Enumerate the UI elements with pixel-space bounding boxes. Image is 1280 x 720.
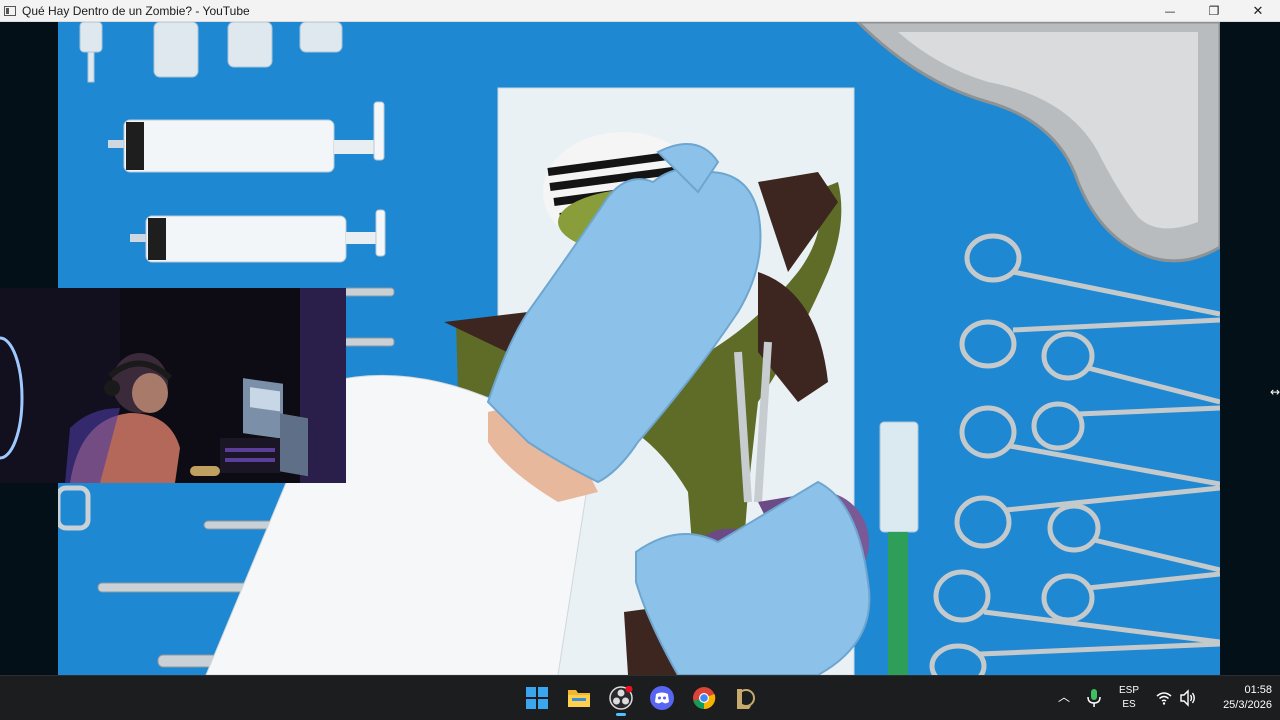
volume-icon[interactable] <box>1179 689 1197 707</box>
clock-date: 25/3/2026 <box>1223 699 1272 711</box>
discord-icon <box>650 686 674 710</box>
maximize-button[interactable]: ❐ <box>1192 0 1236 22</box>
keyboard-layout: ES <box>1122 699 1136 710</box>
desktop-screen: Qué Hay Dentro de un Zombie? - YouTube —… <box>0 0 1280 720</box>
microphone-icon[interactable] <box>1085 687 1103 709</box>
webcam-overlay <box>0 288 346 483</box>
video-player[interactable]: ↔ <box>0 22 1280 675</box>
taskbar: ︿ ESP ES 01:58 25/3/2026 <box>0 675 1280 720</box>
system-clock[interactable]: 01:58 25/3/2026 <box>1200 683 1272 713</box>
streamer-webcam <box>0 288 346 483</box>
title-bar[interactable]: Qué Hay Dentro de un Zombie? - YouTube —… <box>0 0 1280 22</box>
close-button[interactable]: ✕ <box>1236 0 1280 22</box>
clock-time: 01:58 <box>1244 684 1272 696</box>
file-explorer-button[interactable] <box>565 684 593 712</box>
app-window-icon <box>4 5 16 16</box>
chrome-icon <box>693 687 716 710</box>
input-language-indicator[interactable]: ESP ES <box>1112 684 1146 712</box>
windows-logo-icon <box>526 687 548 709</box>
league-icon <box>737 689 755 709</box>
obs-button[interactable] <box>607 684 635 716</box>
folder-icon <box>568 690 590 707</box>
wifi-icon[interactable] <box>1156 690 1172 706</box>
active-indicator <box>616 713 626 716</box>
language-code: ESP <box>1118 685 1139 696</box>
minimize-button[interactable]: — <box>1148 0 1192 22</box>
chrome-button[interactable] <box>690 684 718 712</box>
obs-icon <box>609 686 633 710</box>
start-button[interactable] <box>523 684 551 712</box>
tray-chevron-icon[interactable]: ︿ <box>1055 688 1073 706</box>
window-title: Qué Hay Dentro de un Zombie? - YouTube <box>22 3 250 18</box>
league-client-button[interactable] <box>730 684 758 712</box>
resize-cursor-icon: ↔ <box>1270 385 1280 399</box>
discord-button[interactable] <box>648 684 676 712</box>
